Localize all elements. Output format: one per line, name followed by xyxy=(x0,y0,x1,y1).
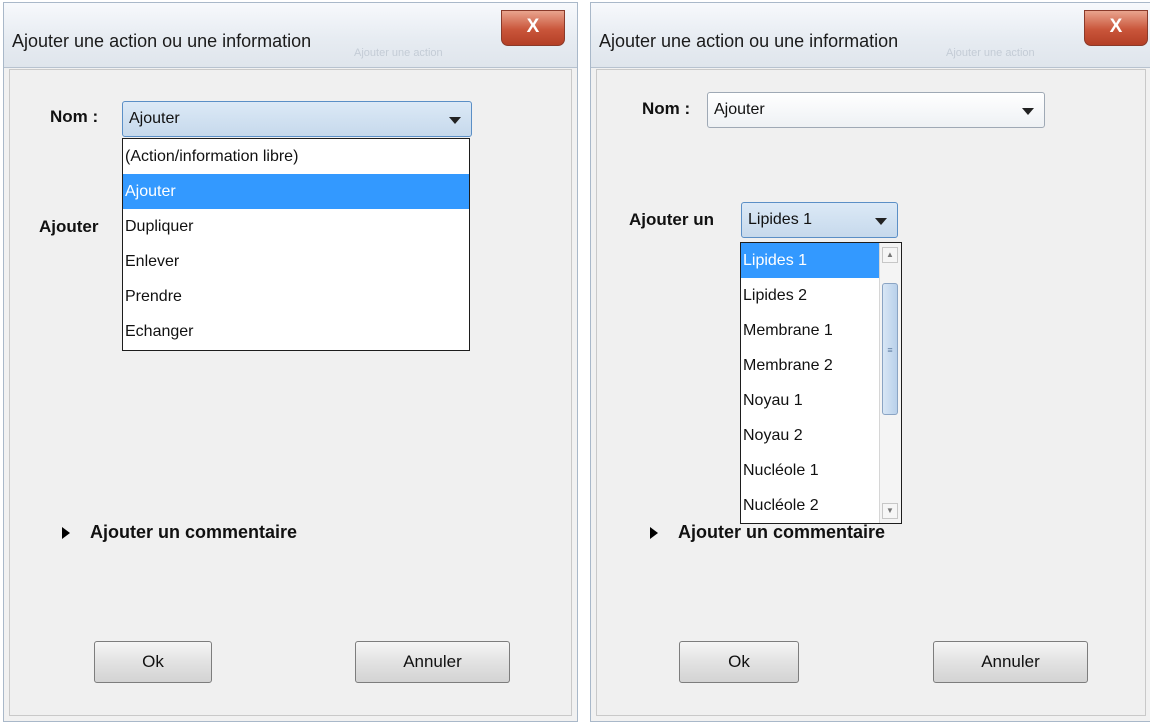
dialog-title: Ajouter une action ou une information xyxy=(599,31,899,51)
add-comment-toggle[interactable]: Ajouter un commentaire xyxy=(62,522,297,543)
ok-button[interactable]: Ok xyxy=(94,641,212,683)
name-label: Nom : xyxy=(50,107,99,126)
dropdown-option[interactable]: Noyau 1 xyxy=(741,383,901,418)
dropdown-option[interactable]: Lipides 2 xyxy=(741,278,901,313)
scroll-up-icon[interactable]: ▲ xyxy=(882,247,898,263)
close-button[interactable]: X xyxy=(501,10,565,46)
add-label: Ajouter xyxy=(39,217,99,236)
dialog-body: Nom : Ajouter Ajouter (Action/informatio… xyxy=(9,69,572,716)
dropdown-option[interactable]: Prendre xyxy=(123,279,469,314)
cancel-button[interactable]: Annuler xyxy=(355,641,510,683)
dropdown-option-selected[interactable]: Lipides 1 xyxy=(741,243,880,278)
ok-button[interactable]: Ok xyxy=(679,641,799,683)
dropdown-option[interactable]: Noyau 2 xyxy=(741,418,901,453)
background-ghost-text: Ajouter une action xyxy=(946,47,1035,59)
close-icon: X xyxy=(1109,16,1123,37)
name-select[interactable]: Ajouter xyxy=(122,101,472,137)
dropdown-option[interactable]: (Action/information libre) xyxy=(123,139,469,174)
dropdown-option[interactable]: Membrane 2 xyxy=(741,348,901,383)
name-label: Nom : xyxy=(642,99,691,118)
left-dialog: Ajouter une action ou une information Aj… xyxy=(3,2,578,722)
right-dialog: Ajouter une action ou une information Aj… xyxy=(590,2,1150,722)
scroll-down-icon[interactable]: ▼ xyxy=(882,503,898,519)
add-un-select[interactable]: Lipides 1 xyxy=(741,202,898,238)
dropdown-option[interactable]: Nucléole 1 xyxy=(741,453,901,488)
dropdown-option[interactable]: Membrane 1 xyxy=(741,313,901,348)
chevron-down-icon xyxy=(875,218,887,225)
name-dropdown-list: (Action/information libre) Ajouter Dupli… xyxy=(122,138,470,351)
triangle-right-icon xyxy=(62,527,70,540)
scrollbar-thumb[interactable]: ≡ xyxy=(882,283,898,415)
name-select-value: Ajouter xyxy=(129,110,180,127)
dialog-title: Ajouter une action ou une information xyxy=(12,31,312,51)
dropdown-option[interactable]: Dupliquer xyxy=(123,209,469,244)
dropdown-option[interactable]: Nucléole 2 xyxy=(741,488,901,523)
name-select[interactable]: Ajouter xyxy=(707,92,1045,128)
close-button[interactable]: X xyxy=(1084,10,1148,46)
triangle-right-icon xyxy=(650,527,658,540)
dropdown-scrollbar[interactable]: ▲ ≡ ▼ xyxy=(879,243,901,523)
dropdown-option[interactable]: Enlever xyxy=(123,244,469,279)
add-comment-label: Ajouter un commentaire xyxy=(678,522,886,542)
add-comment-label: Ajouter un commentaire xyxy=(90,522,298,542)
add-comment-toggle[interactable]: Ajouter un commentaire xyxy=(650,522,885,543)
dropdown-option-selected[interactable]: Ajouter xyxy=(123,174,469,209)
name-select-value: Ajouter xyxy=(714,101,765,118)
close-icon: X xyxy=(526,16,540,37)
title-bar: Ajouter une action ou une information Aj… xyxy=(591,3,1150,68)
cancel-button[interactable]: Annuler xyxy=(933,641,1088,683)
dropdown-option[interactable]: Echanger xyxy=(123,314,469,349)
add-un-label: Ajouter un xyxy=(629,210,714,229)
add-un-select-value: Lipides 1 xyxy=(748,211,813,228)
chevron-down-icon xyxy=(1022,108,1034,115)
dialog-body: Nom : Ajouter Ajouter un Lipides 1 Ajout… xyxy=(596,69,1146,716)
add-un-dropdown-list: Lipides 1 Lipides 2 Membrane 1 Membrane … xyxy=(740,242,902,524)
title-bar: Ajouter une action ou une information Aj… xyxy=(4,3,577,68)
chevron-down-icon xyxy=(449,117,461,124)
background-ghost-text: Ajouter une action xyxy=(354,47,443,59)
